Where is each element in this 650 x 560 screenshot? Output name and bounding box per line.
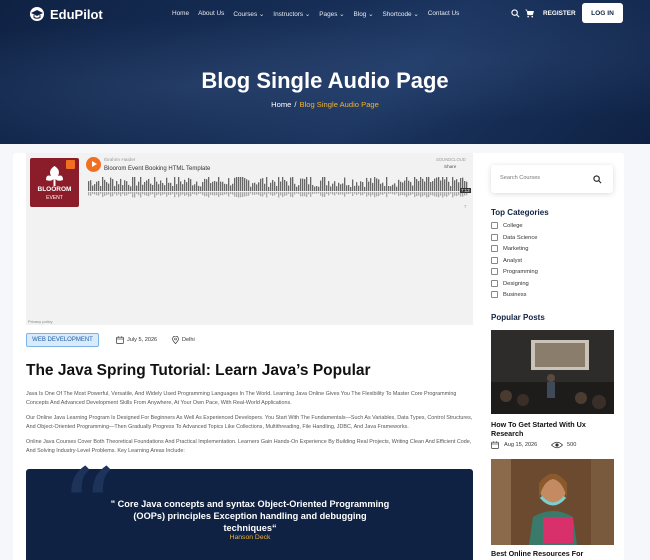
checkbox[interactable] (491, 234, 498, 241)
calendar-icon (491, 441, 499, 449)
category-label: Programming (503, 268, 538, 275)
comment-count: 7 (464, 204, 467, 209)
category-label: Business (503, 291, 527, 298)
nav-blog[interactable]: Blog ⌄ (354, 10, 374, 18)
popular-post-views: 500 (567, 442, 577, 448)
brand-name: EduPilot (50, 6, 103, 22)
popular-post-image[interactable] (491, 330, 614, 414)
top-navbar: EduPilot Home About Us Courses ⌄ Instruc… (0, 0, 650, 28)
popular-post-date: Aug 15, 2026 (504, 442, 538, 448)
checkbox[interactable] (491, 291, 498, 298)
student-photo (491, 459, 614, 545)
nav-instructors[interactable]: Instructors ⌄ (273, 10, 310, 18)
badge-icon (66, 160, 75, 169)
breadcrumb-current: Blog Single Audio Page (299, 100, 379, 109)
breadcrumb: Home / Blog Single Audio Page (0, 100, 650, 109)
track-title[interactable]: Bloorom Event Booking HTML Template (104, 166, 210, 172)
checkbox[interactable] (491, 257, 498, 264)
quote-text: " Core Java concepts and syntax Object-O… (110, 499, 390, 533)
track-artist[interactable]: Ibrahim Haider (104, 158, 135, 163)
main-menu: Home About Us Courses ⌄ Instructors ⌄ Pa… (172, 10, 468, 18)
post-paragraph-1: Java Is One Of The Most Powerful, Versat… (26, 391, 457, 406)
category-label: Designing (503, 280, 529, 287)
privacy-link[interactable]: Privacy policy (28, 319, 52, 324)
nav-shortcode[interactable]: Shortcode ⌄ (382, 10, 418, 18)
nav-contact[interactable]: Contact Us (428, 10, 460, 18)
cover-title: BLOOROM (37, 186, 72, 193)
play-button[interactable] (86, 157, 101, 172)
category-marketing[interactable]: Marketing (491, 245, 528, 252)
category-label: Data Science (503, 234, 538, 241)
popular-post-title[interactable]: How To Get Started With Ux Research (491, 420, 614, 438)
category-designing[interactable]: Designing (491, 280, 529, 287)
search-input[interactable] (500, 175, 580, 181)
checkbox[interactable] (491, 280, 498, 287)
categories-heading: Top Categories (491, 208, 549, 217)
presentation-photo (491, 330, 614, 414)
post-date: July 5, 2026 (127, 337, 158, 343)
checkbox[interactable] (491, 222, 498, 229)
login-button[interactable]: LOG IN (582, 3, 623, 23)
nav-home[interactable]: Home (172, 10, 189, 18)
popular-post-title[interactable]: Best Online Resources For (491, 549, 614, 558)
category-tag[interactable]: WEB DEVELOPMENT (26, 333, 99, 347)
soundcloud-logo[interactable]: SOUNDCLOUD (436, 157, 466, 162)
quote-mark-icon: “ (60, 445, 117, 560)
quote-author: Hanson Deck (229, 534, 271, 541)
category-analyst[interactable]: Analyst (491, 257, 522, 264)
popular-post-image[interactable] (491, 459, 614, 545)
category-data-science[interactable]: Data Science (491, 234, 537, 241)
share-button[interactable]: Share (444, 164, 456, 169)
cart-icon[interactable] (525, 9, 534, 18)
eye-icon (551, 441, 563, 449)
search-icon[interactable] (593, 175, 602, 184)
category-label: College (503, 222, 523, 229)
graduation-cap-icon (30, 7, 44, 21)
breadcrumb-home[interactable]: Home (271, 100, 291, 109)
category-label: Analyst (503, 257, 523, 264)
brand-logo[interactable]: EduPilot (28, 6, 103, 22)
page-title: Blog Single Audio Page (201, 68, 449, 93)
breadcrumb-separator: / (294, 100, 297, 109)
checkbox[interactable] (491, 268, 498, 275)
calendar-icon (116, 336, 124, 344)
audio-waveform[interactable] (88, 177, 468, 199)
category-business[interactable]: Business (491, 291, 527, 298)
nav-courses[interactable]: Courses ⌄ (233, 10, 264, 18)
category-college[interactable]: College (491, 222, 523, 229)
post-location: Delhi (182, 337, 195, 343)
category-programming[interactable]: Programming (491, 268, 538, 275)
post-paragraph-2: Our Online Java Learning Program Is Desi… (26, 415, 473, 430)
location-pin-icon (172, 336, 179, 344)
track-duration: 7:13 (460, 188, 471, 193)
checkbox[interactable] (491, 245, 498, 252)
post-title: The Java Spring Tutorial: Learn Java’s P… (26, 362, 371, 379)
nav-about[interactable]: About Us (198, 10, 224, 18)
popular-posts-heading: Popular Posts (491, 313, 545, 322)
category-label: Marketing (503, 245, 529, 252)
nav-pages[interactable]: Pages ⌄ (319, 10, 344, 18)
cover-subtitle: EVENT (46, 195, 63, 201)
register-link[interactable]: REGISTER (543, 10, 576, 17)
search-icon[interactable] (511, 9, 520, 18)
